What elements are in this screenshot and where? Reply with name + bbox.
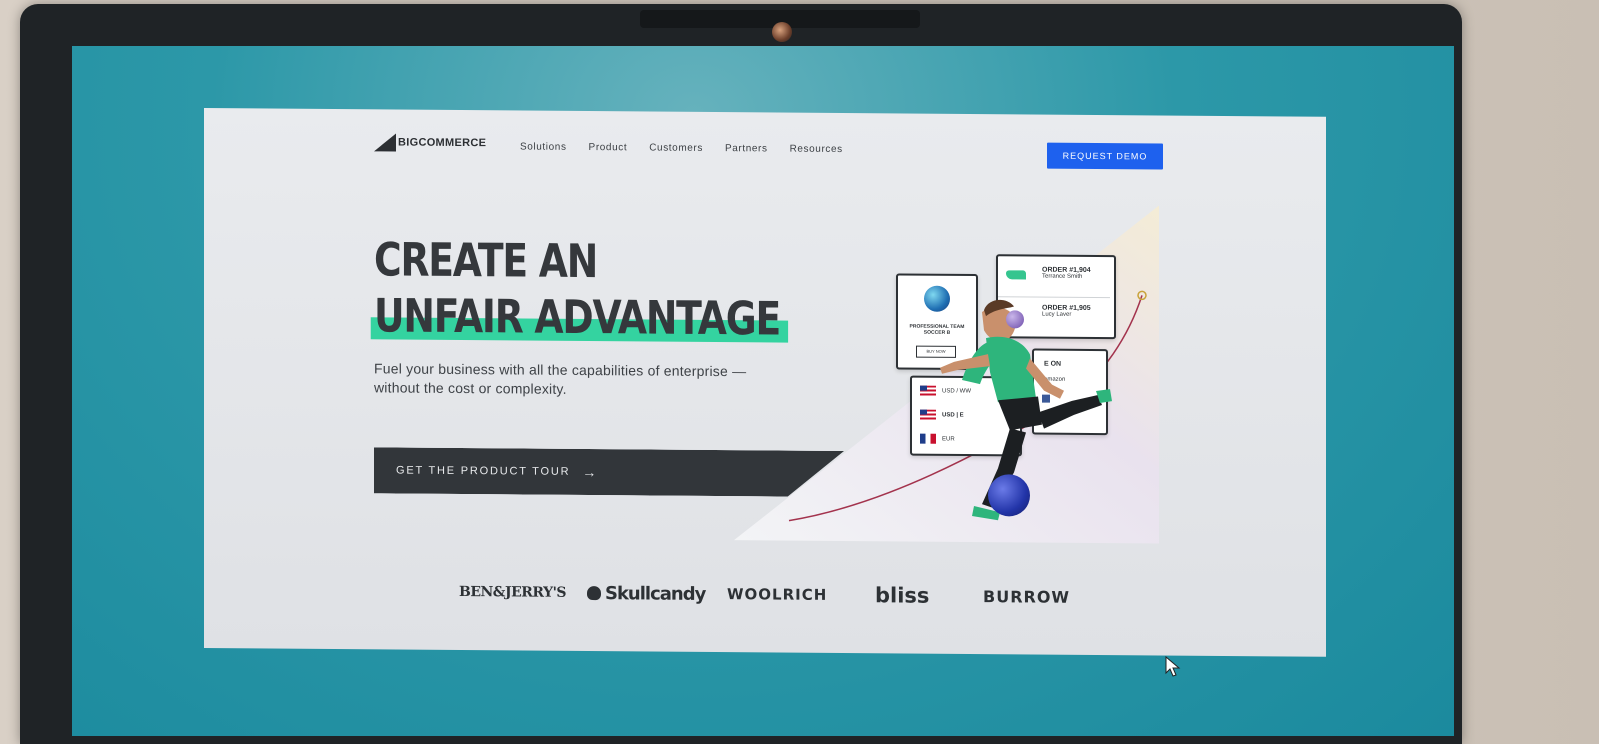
skull-icon xyxy=(587,586,601,601)
request-demo-button[interactable]: REQUEST DEMO xyxy=(1047,142,1163,170)
small-ball-icon xyxy=(1006,310,1024,329)
product-tour-label: GET THE PRODUCT TOUR xyxy=(396,464,571,478)
bigcommerce-logo[interactable]: BIGCOMMERCE xyxy=(374,133,486,152)
arrow-right-icon: → xyxy=(582,463,599,481)
hero-title: CREATE AN UNFAIR ADVANTAGE xyxy=(374,231,780,346)
logo-burrow: BURROW xyxy=(983,586,1071,607)
logo-woolrich: WOOLRICH xyxy=(727,585,828,604)
laptop-screen: BIGCOMMERCE Solutions Product Customers … xyxy=(72,46,1454,736)
hero-title-line2: UNFAIR ADVANTAGE xyxy=(374,288,780,346)
nav-item-solutions[interactable]: Solutions xyxy=(520,141,567,152)
logo-skullcandy: Skullcandy xyxy=(587,583,727,605)
browser-page: BIGCOMMERCE Solutions Product Customers … xyxy=(204,108,1326,657)
logo-text: BIGCOMMERCE xyxy=(398,136,487,150)
mouse-cursor-icon xyxy=(1165,656,1181,677)
webcam xyxy=(772,22,792,42)
nav-item-partners[interactable]: Partners xyxy=(725,143,768,154)
hero-subtitle: Fuel your business with all the capabili… xyxy=(374,360,747,397)
hero-title-line1: CREATE AN xyxy=(374,232,598,289)
nav-item-customers[interactable]: Customers xyxy=(649,142,703,153)
main-nav: Solutions Product Customers Partners Res… xyxy=(520,141,843,155)
logo-bliss: bliss xyxy=(875,583,930,608)
soccer-ball-icon xyxy=(988,474,1030,517)
customer-logos: BEN&JERRY'S Skullcandy WOOLRICH bliss BU… xyxy=(459,580,1070,609)
nav-item-product[interactable]: Product xyxy=(589,142,628,153)
hero-graphic: PROFESSIONAL TEAM SOCCER B BUY NOW ORDER… xyxy=(734,202,1164,545)
logo-ben-and-jerrys: BEN&JERRY'S xyxy=(459,584,566,601)
logo-mark-icon xyxy=(374,133,396,152)
laptop-bezel: BIGCOMMERCE Solutions Product Customers … xyxy=(20,4,1462,744)
nav-item-resources[interactable]: Resources xyxy=(790,144,843,155)
